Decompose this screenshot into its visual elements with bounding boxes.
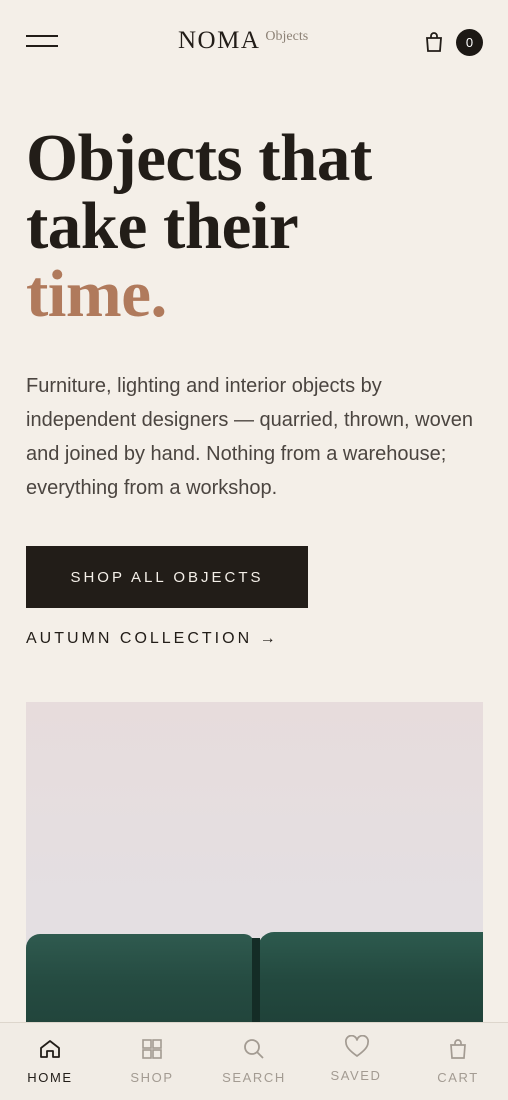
brand-subtitle: Objects [265, 29, 309, 44]
bottom-navigation: HOME SHOP SEARCH SAVED CART [0, 1022, 508, 1100]
nav-item-home[interactable]: HOME [0, 1023, 100, 1100]
cart-count-badge[interactable]: 0 [456, 29, 483, 56]
nav-label-cart: CART [437, 1070, 479, 1085]
site-header: NOMA Objects 0 [0, 0, 508, 84]
nav-item-saved[interactable]: SAVED [306, 1023, 406, 1100]
sofa-cushion-gap [252, 938, 260, 1032]
nav-label-shop: SHOP [130, 1070, 174, 1085]
brand-logo[interactable]: NOMA Objects [178, 26, 308, 56]
sofa-cushion-right [258, 932, 483, 1032]
nav-label-search: SEARCH [222, 1070, 286, 1085]
brand-name: NOMA [178, 27, 261, 54]
hero-description: Furniture, lighting and interior objects… [26, 375, 473, 499]
nav-item-cart[interactable]: CART [408, 1023, 508, 1100]
hero-title-line-1: Objects that [26, 121, 372, 195]
search-icon [242, 1037, 266, 1061]
bag-icon [446, 1037, 470, 1061]
hero-image [26, 702, 483, 1032]
shop-all-button[interactable]: SHOP ALL OBJECTS [26, 546, 308, 608]
nav-item-shop[interactable]: SHOP [102, 1023, 202, 1100]
heart-icon [344, 1034, 369, 1059]
sofa-cushion-left [26, 934, 254, 1032]
bag-icon[interactable] [423, 31, 445, 53]
grid-icon [140, 1037, 164, 1061]
autumn-collection-link[interactable]: AUTUMN COLLECTION → [26, 628, 279, 650]
hero-title: Objects that take their time. [26, 124, 496, 328]
menu-icon[interactable] [26, 34, 58, 50]
hero-title-line-2: take their [26, 189, 299, 263]
hero-title-accent: time. [26, 257, 167, 331]
nav-item-search[interactable]: SEARCH [204, 1023, 304, 1100]
nav-label-saved: SAVED [330, 1068, 382, 1083]
nav-label-home: HOME [27, 1070, 73, 1085]
home-icon [38, 1037, 62, 1061]
